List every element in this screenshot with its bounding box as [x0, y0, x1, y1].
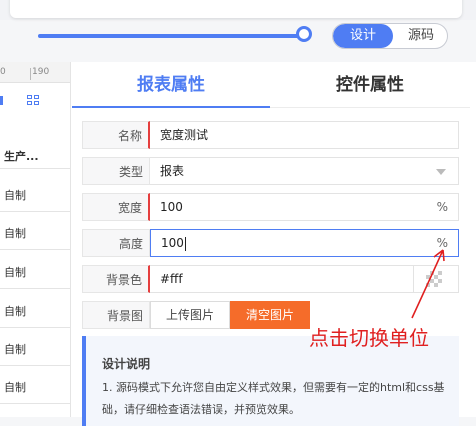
height-label: 高度	[82, 229, 150, 257]
width-label: 宽度	[82, 193, 150, 221]
list-item: 自制	[4, 227, 26, 240]
name-input[interactable]: 宽度测试	[150, 121, 459, 149]
list-item: 自制	[4, 266, 26, 279]
list-item: 自制	[4, 381, 26, 394]
type-value: 报表	[160, 164, 185, 178]
type-label: 类型	[82, 157, 150, 185]
width-row: 宽度 100 %	[82, 193, 459, 221]
bgcolor-input[interactable]: #fff	[150, 265, 459, 293]
ruler-tick-right: 190	[32, 67, 50, 77]
list-divider	[0, 365, 70, 366]
transparent-swatch-icon	[426, 271, 442, 287]
list-divider	[0, 211, 70, 212]
note-title: 设计说明	[102, 357, 151, 371]
ruler-tick-left: 0	[0, 67, 6, 77]
height-row: 高度 100 %	[82, 229, 459, 257]
color-picker-swatch[interactable]	[413, 266, 458, 292]
list-header: 生产...	[4, 150, 39, 163]
mode-design-button[interactable]: 设计	[333, 24, 393, 48]
ruler: 0 190	[0, 62, 70, 83]
bgcolor-value: #fff	[160, 272, 183, 286]
width-unit-toggle[interactable]: %	[437, 194, 448, 220]
type-select[interactable]: 报表	[150, 157, 459, 185]
clear-image-button[interactable]: 清空图片	[230, 301, 310, 329]
list-divider	[0, 249, 70, 250]
height-input[interactable]: 100 %	[150, 229, 459, 257]
align-icon[interactable]	[0, 96, 3, 105]
name-label: 名称	[82, 121, 150, 149]
list-item: 自制	[4, 305, 26, 318]
mode-source-button[interactable]: 源码	[395, 24, 447, 48]
type-row: 类型 报表	[82, 157, 459, 185]
note-text: 1. 源码模式下允许您自由定义样式效果，但需要有一定的html和css基础，请仔…	[102, 381, 445, 416]
grid-icon[interactable]	[27, 95, 40, 107]
list-item: 自制	[4, 189, 26, 202]
height-value: 100	[161, 236, 184, 250]
list-divider	[0, 288, 70, 289]
tab-widget-properties[interactable]: 控件属性	[270, 62, 470, 108]
name-row: 名称 宽度测试	[82, 121, 459, 149]
upload-image-button[interactable]: 上传图片	[150, 301, 230, 329]
width-input[interactable]: 100 %	[150, 193, 459, 221]
annotation-text: 点击切换单位	[309, 326, 429, 350]
zoom-slider-thumb[interactable]	[296, 26, 312, 42]
list-item: 自制	[4, 343, 26, 356]
height-unit-toggle[interactable]: %	[437, 230, 448, 256]
tab-report-properties[interactable]: 报表属性	[72, 62, 270, 108]
zoom-slider-track[interactable]	[38, 34, 306, 38]
list-divider	[0, 168, 70, 169]
top-card	[10, 0, 462, 18]
mode-toggle[interactable]: 设计 源码	[332, 23, 448, 49]
ruler-tick-mark	[30, 68, 31, 80]
chevron-down-icon[interactable]	[436, 169, 446, 175]
list-divider	[0, 403, 70, 404]
bgimage-label: 背景图	[82, 301, 150, 329]
list-divider	[0, 327, 70, 328]
name-value: 宽度测试	[160, 128, 209, 142]
text-caret	[184, 236, 186, 251]
bgcolor-row: 背景色 #fff	[82, 265, 459, 293]
width-value: 100	[160, 200, 183, 214]
bgcolor-label: 背景色	[82, 265, 150, 293]
